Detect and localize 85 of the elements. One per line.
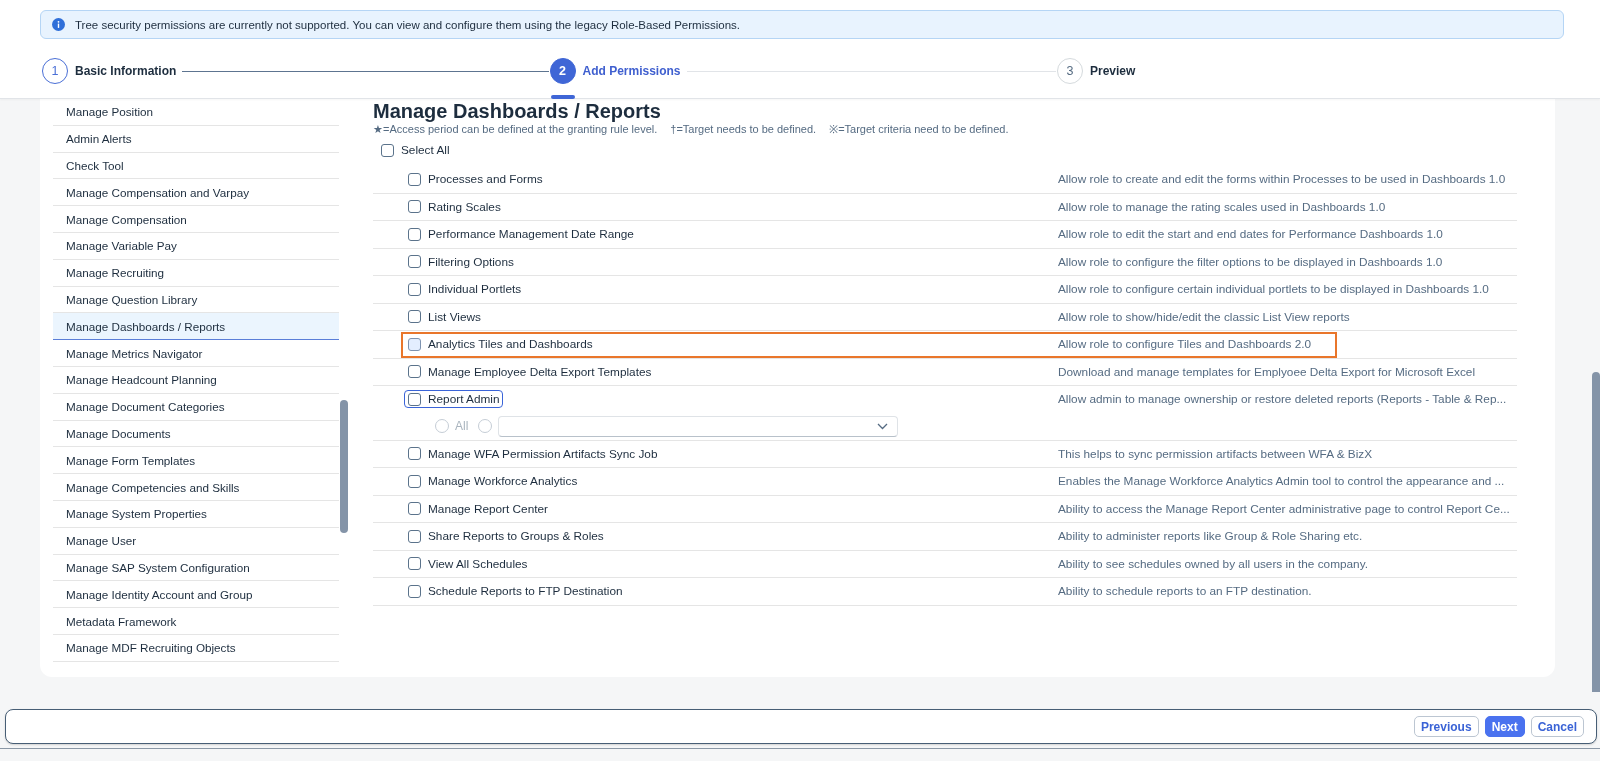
step-label[interactable]: Preview xyxy=(1090,64,1136,78)
checkbox-label[interactable]: Select All xyxy=(401,143,450,157)
permission-label[interactable]: Manage Workforce Analytics xyxy=(428,474,578,489)
step-label[interactable]: Add Permissions xyxy=(582,64,681,78)
secondary-button[interactable]: Cancel xyxy=(1530,716,1584,737)
checkbox[interactable] xyxy=(408,529,421,543)
sidebar-item[interactable]: Manage Compensation and Varpay xyxy=(53,179,339,207)
checkbox[interactable] xyxy=(408,502,421,516)
permission-label[interactable]: Analytics Tiles and Dashboards xyxy=(428,337,593,352)
step-number[interactable]: 1 xyxy=(42,58,68,84)
permission-description: Allow role to manage the rating scales used in Dashboards 1.0 xyxy=(1058,199,1386,214)
section-heading: Manage Dashboards / Reports xyxy=(373,101,661,122)
checkbox[interactable] xyxy=(408,474,421,488)
permission-description: Allow role to configure the filter options to be displayed in Dashboards 1.0 xyxy=(1058,254,1443,269)
step-number[interactable]: 2 xyxy=(549,58,576,84)
scrollbar-thumb[interactable] xyxy=(340,400,348,533)
checkbox[interactable] xyxy=(408,447,421,461)
checkbox[interactable] xyxy=(408,172,421,186)
legend-note: ※=Target criteria need to be defined. xyxy=(829,122,1009,136)
permission-label[interactable]: Manage WFA Permission Artifacts Sync Job xyxy=(428,446,658,461)
permission-description: Allow role to configure Tiles and Dashboards 2.0 xyxy=(1058,337,1312,352)
scrollbar-thumb[interactable] xyxy=(1592,372,1600,692)
checkbox[interactable] xyxy=(408,392,421,406)
step-number[interactable]: 3 xyxy=(1057,58,1083,84)
permission-description: Ability to schedule reports to an FTP destination. xyxy=(1058,584,1312,599)
permission-description: This helps to sync permission artifacts between WFA & BizX xyxy=(1058,446,1373,461)
sidebar-item[interactable]: Manage Headcount Planning xyxy=(53,366,339,394)
sidebar-item[interactable]: Manage Compensation xyxy=(53,206,339,233)
permission-label[interactable]: Performance Management Date Range xyxy=(428,227,634,242)
sidebar-item[interactable]: Manage Dashboards / Reports xyxy=(53,313,339,341)
permission-label[interactable]: Individual Portlets xyxy=(428,282,522,297)
sidebar-item[interactable]: Manage Position xyxy=(53,99,339,126)
sidebar-item[interactable]: Manage Identity Account and Group xyxy=(53,581,339,609)
sidebar-item[interactable]: Check Tool xyxy=(53,152,339,180)
permission-label[interactable]: Filtering Options xyxy=(428,254,514,269)
permission-label[interactable]: Schedule Reports to FTP Destination xyxy=(428,584,623,599)
sidebar-item[interactable]: Manage Variable Pay xyxy=(53,233,339,260)
permission-description: Allow role to show/hide/edit the classic List View reports xyxy=(1058,309,1350,324)
permission-description: Download and manage templates for Emplyoee Delta Export for Microsoft Excel xyxy=(1058,364,1476,379)
sidebar-item[interactable]: Manage MDF Recruiting Objects xyxy=(53,634,339,662)
permission-description: Allow role to create and edit the forms within Processes to be used in Dashboards 1.0 xyxy=(1058,172,1506,187)
permission-label[interactable]: Share Reports to Groups & Roles xyxy=(428,529,604,544)
checkbox[interactable] xyxy=(408,282,421,296)
permission-label[interactable]: Manage Report Center xyxy=(428,501,548,516)
banner-message: Tree security permissions are currently not supported. You can view and configure them using the legacy Role-Based Permissions. xyxy=(75,18,740,31)
permission-description: Allow role to configure certain individual portlets to be displayed in Dashboards 1.0 xyxy=(1058,282,1489,297)
permission-description: Allow admin to manage ownership or restore deleted reports (Reports - Table & Rep... xyxy=(1058,392,1507,407)
checkbox[interactable] xyxy=(408,584,421,598)
sidebar-item[interactable]: Admin Alerts xyxy=(53,125,339,153)
sidebar-item[interactable]: Manage SAP System Configuration xyxy=(53,554,339,582)
chevron-down-icon xyxy=(877,422,889,430)
permission-label[interactable]: Processes and Forms xyxy=(428,172,543,187)
checkbox[interactable] xyxy=(408,200,421,214)
permission-description: Ability to see schedules owned by all users in the company. xyxy=(1058,556,1368,571)
sidebar-item[interactable]: Manage Recruiting xyxy=(53,259,339,287)
checkbox[interactable] xyxy=(408,337,421,351)
sidebar-item[interactable]: Manage Competencies and Skills xyxy=(53,474,339,501)
permission-label[interactable]: List Views xyxy=(428,309,481,324)
sidebar-item[interactable]: Manage Documents xyxy=(53,420,339,448)
checkbox[interactable] xyxy=(381,143,394,157)
checkbox[interactable] xyxy=(408,310,421,324)
checkbox[interactable] xyxy=(408,227,421,241)
sidebar-item[interactable]: Manage Form Templates xyxy=(53,447,339,475)
checkbox[interactable] xyxy=(408,255,421,269)
step-label[interactable]: Basic Information xyxy=(75,64,177,78)
legend-note: †=Target needs to be defined. xyxy=(670,122,817,136)
legend-note: ★=Access period can be defined at the granting rule level. xyxy=(373,122,658,136)
permission-label[interactable]: Manage Employee Delta Export Templates xyxy=(428,364,652,379)
sidebar-item[interactable]: Manage Document Categories xyxy=(53,393,339,421)
sidebar-item[interactable]: Metadata Framework xyxy=(53,608,339,635)
sidebar-item[interactable]: Manage User xyxy=(53,527,339,555)
sidebar-item[interactable]: Manage Metrics Navigator xyxy=(53,340,339,367)
permission-description: Allow role to edit the start and end dates for Performance Dashboards 1.0 xyxy=(1058,227,1443,242)
permission-label[interactable]: View All Schedules xyxy=(428,556,528,571)
sidebar-item[interactable]: Manage System Properties xyxy=(53,500,339,528)
info-icon xyxy=(52,18,65,31)
permission-label[interactable]: Rating Scales xyxy=(428,199,501,214)
permission-description: Enables the Manage Workforce Analytics Admin tool to control the appearance and ... xyxy=(1058,474,1505,489)
permission-description: Ability to access the Manage Report Center administrative page to control Report Ce... xyxy=(1058,501,1510,516)
secondary-button[interactable]: Previous xyxy=(1413,716,1479,737)
primary-button[interactable]: Next xyxy=(1484,716,1525,737)
checkbox[interactable] xyxy=(408,557,421,571)
checkbox[interactable] xyxy=(408,365,421,379)
permission-label[interactable]: Report Admin xyxy=(428,392,500,407)
permission-description: Ability to administer reports like Group & Role Sharing etc. xyxy=(1058,529,1363,544)
